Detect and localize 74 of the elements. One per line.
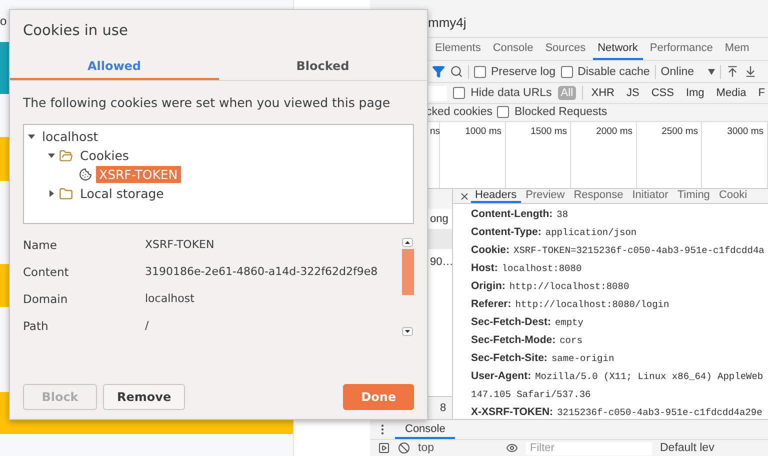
detail-label: Content	[23, 265, 70, 279]
status-text: 8	[440, 402, 446, 414]
tree-item[interactable]: Cookies	[77, 147, 132, 164]
checkbox-label: Disable cache	[578, 66, 650, 78]
header-name: User-Agent:	[471, 370, 532, 382]
detail-label: Path	[23, 319, 50, 333]
detail-tab[interactable]: Headers	[471, 189, 521, 204]
header-value: 38	[556, 208, 568, 220]
header-value: 147.105 Safari/537.36	[471, 388, 591, 400]
page-heading: o	[0, 14, 7, 28]
timeline-tick: 2000 ms	[596, 126, 632, 137]
dialog-title: Cookies in use	[23, 23, 128, 39]
header-name: Content-Type:	[471, 226, 542, 238]
detail-value: 3190186e-2e61-4860-a14d-322f62d2f9e8	[145, 265, 378, 278]
devtools-title: mmy4j	[428, 15, 466, 30]
header-name: Host:	[471, 262, 498, 274]
tree-item[interactable]: localhost	[39, 128, 102, 145]
devtools-tab[interactable]: Elements	[430, 38, 486, 60]
checkbox-label: Preserve log	[491, 66, 556, 78]
type-filter[interactable]: Img	[682, 86, 708, 100]
checkbox-label: Hide data URLs	[470, 87, 552, 100]
header-name: Referer:	[471, 298, 512, 310]
header-name: Origin:	[471, 280, 506, 292]
header-value: same-origin	[551, 352, 614, 364]
devtools-tab[interactable]: Performance	[644, 38, 718, 60]
throttling-select[interactable]: Online	[660, 66, 716, 78]
header-value: Mozilla/5.0 (X11; Linux x86_64) AppleWeb	[535, 370, 764, 382]
detail-value: XSRF-TOKEN	[145, 238, 214, 251]
filter-field[interactable]: Filter	[526, 442, 652, 455]
detail-label: Name	[23, 238, 58, 252]
dialog-description: The following cookies were set when you viewed this page	[23, 95, 390, 110]
detail-value: localhost	[145, 292, 194, 305]
devtools-tab[interactable]: Console	[488, 38, 538, 60]
detail-tab[interactable]: Initiator	[628, 189, 672, 204]
devtools-tab[interactable]: Mem	[720, 38, 754, 60]
timeline-tick: 3000 ms	[727, 126, 764, 137]
header-value: XSRF-TOKEN=3215236f-c050-4ab3-951e-c1fdcdd4a	[514, 244, 764, 256]
detail-tab[interactable]: Response	[570, 189, 628, 204]
type-filter[interactable]: XHR	[588, 86, 618, 100]
checkbox-label: Blocked Requests	[514, 106, 608, 118]
type-filter[interactable]: Media	[713, 86, 750, 100]
detail-label: Domain	[23, 292, 69, 306]
timeline-tick: 1000 ms	[465, 126, 502, 137]
devtools-tab[interactable]: Sources	[540, 38, 591, 60]
header-value: 3215236f-c050-4ab3-951e-c1fdcdd4a29e	[557, 406, 762, 418]
timeline-tick: 2500 ms	[662, 126, 698, 137]
detail-tab[interactable]: Preview	[522, 189, 569, 204]
header-name: Sec-Fetch-Dest:	[471, 316, 551, 328]
tree-item[interactable]: Local storage	[77, 185, 167, 202]
header-value: http://localhost:8080/login	[515, 298, 670, 310]
dialog-button[interactable]: Remove	[103, 384, 186, 410]
header-value: application/json	[545, 226, 637, 238]
header-name: Cookie:	[471, 244, 510, 256]
dialog-tab[interactable]: Blocked	[218, 53, 427, 80]
timeline-tick: ns	[430, 126, 440, 137]
header-value: cors	[560, 334, 582, 346]
header-name: Content-Length:	[471, 208, 553, 220]
detail-tab[interactable]: Timing	[673, 189, 714, 204]
header-value: localhost:8080	[502, 262, 582, 274]
header-value: http://localhost:8080	[509, 280, 630, 292]
header-name: Sec-Fetch-Mode:	[471, 334, 556, 346]
devtools-tab[interactable]: Network	[592, 38, 643, 60]
type-filter[interactable]: CSS	[648, 86, 677, 100]
header-value: empty	[554, 316, 584, 328]
timeline-tick: 1500 ms	[530, 126, 567, 137]
detail-tab[interactable]: Cooki	[714, 189, 752, 204]
header-name: Sec-Fetch-Site:	[471, 352, 548, 364]
detail-value: /	[145, 319, 149, 332]
levels-select[interactable]: Default lev	[660, 442, 714, 454]
header-name: X-XSRF-TOKEN:	[471, 406, 554, 418]
type-filter[interactable]: JS	[623, 86, 642, 100]
type-filter[interactable]: F	[755, 86, 768, 100]
context-select[interactable]: top	[418, 442, 498, 454]
dialog-tab[interactable]: Allowed	[10, 53, 218, 80]
